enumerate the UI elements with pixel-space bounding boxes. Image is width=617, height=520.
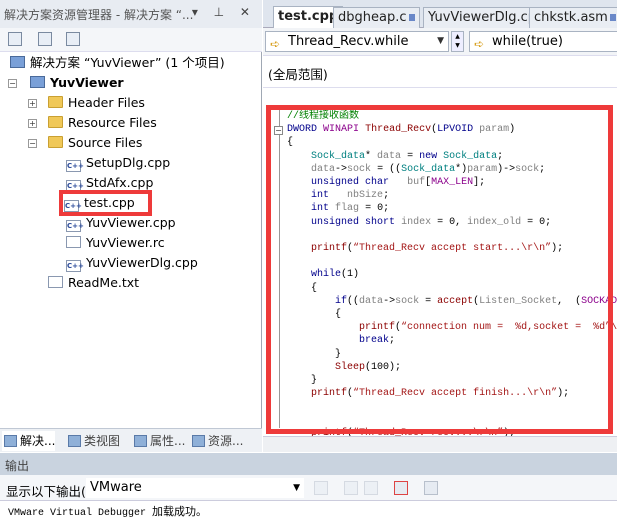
panel-tab[interactable]: 解决... <box>2 431 56 451</box>
tree-item-label: YuvViewer.cpp <box>86 215 176 230</box>
expand-icon[interactable]: + <box>28 99 37 108</box>
tree-item[interactable]: ReadMe.txt <box>48 273 139 293</box>
tree-item-label: ReadMe.txt <box>68 275 140 290</box>
solution-explorer-title: 解决方案资源管理器 - 解决方案 “... ▾ ⊥ ✕ <box>0 0 262 28</box>
previous-message-icon[interactable] <box>344 481 358 495</box>
next-message-icon[interactable] <box>364 481 378 495</box>
tab-icon <box>68 435 81 447</box>
scope-label: (全局范围) <box>268 67 328 82</box>
horizontal-scrollbar[interactable] <box>263 436 617 452</box>
tree-item[interactable]: Resource Files <box>48 113 157 133</box>
panel-tab[interactable]: 类视图 <box>66 431 120 451</box>
tab-icon <box>192 435 205 447</box>
member-dropdown[interactable]: ➪ while(true) <box>469 31 617 52</box>
editor-tab-label: chkstk.asm <box>534 10 608 25</box>
folder-icon <box>48 96 63 108</box>
properties-icon[interactable] <box>8 32 22 46</box>
go-to-line-icon[interactable] <box>314 481 328 495</box>
tree-item[interactable]: Source Files <box>48 133 142 153</box>
output-text: VMware Virtual Debugger 加载成功。 <box>8 503 207 519</box>
editor-tab-bar: test.cpp dbgheap.c YuvViewerDlg.cpp chkstk.… <box>263 0 617 29</box>
cpp-file-icon: C++ <box>66 180 84 192</box>
output-title: 输出 <box>5 459 30 473</box>
scope-dropdown[interactable]: ➪ Thread_Recv.while ▼ <box>265 31 449 52</box>
output-panel-title: 输出 <box>0 453 617 475</box>
member-value: while(true) <box>492 34 563 49</box>
navigation-bar: ➪ Thread_Recv.while ▼ ▲ ▼ ➪ while(true) <box>263 28 617 56</box>
editor-tab-label: YuvViewerDlg.cpp <box>428 10 545 25</box>
tree-item[interactable]: YuvViewer <box>30 73 124 93</box>
cpp-file-icon: C++ <box>66 220 84 232</box>
show-all-files-icon[interactable] <box>38 32 52 46</box>
collapse-icon[interactable]: − <box>8 79 17 88</box>
panel-tab[interactable]: 资源... <box>190 431 243 451</box>
tab-icon <box>134 435 147 447</box>
tree-item-label: StdAfx.cpp <box>86 175 154 190</box>
solution-explorer-toolbar <box>0 28 262 52</box>
tree-item-label: test.cpp <box>84 195 135 210</box>
editor-tab[interactable]: chkstk.asm <box>529 7 617 28</box>
tree-item-label: 解决方案 “YuvViewer” (1 个项目) <box>30 55 225 70</box>
output-line-latin: VMware Virtual Debugger <box>8 508 153 519</box>
view-code-icon[interactable] <box>66 32 80 46</box>
folder-icon <box>48 116 63 128</box>
tree-item[interactable]: C++ StdAfx.cpp <box>66 173 153 193</box>
scope-spinner[interactable]: ▲ ▼ <box>451 31 464 52</box>
tree-item-label: Resource Files <box>68 115 157 130</box>
project-icon <box>30 76 45 88</box>
chevron-down-icon: ▼ <box>437 36 444 46</box>
solution-icon <box>10 56 25 68</box>
tab-icon <box>4 435 17 447</box>
tree-item[interactable]: C++ YuvViewerDlg.cpp <box>66 253 198 273</box>
cpp-file-icon: C++ <box>64 200 82 212</box>
tree-item-label: SetupDlg.cpp <box>86 155 171 170</box>
highlight-box <box>266 105 613 434</box>
word-wrap-icon[interactable] <box>424 481 438 495</box>
tree-item-label: YuvViewer.rc <box>86 235 165 250</box>
output-source-value: VMware <box>90 480 142 495</box>
folder-open-icon <box>48 136 63 148</box>
panel-tab-label: 解决... <box>20 434 56 448</box>
tree-item[interactable]: 解决方案 “YuvViewer” (1 个项目) <box>10 53 225 73</box>
scope-value: Thread_Recv.while <box>288 34 409 49</box>
arrow-right-icon: ➪ <box>270 37 281 51</box>
panel-tab-label: 资源... <box>208 434 244 448</box>
chevron-down-icon: ▼ <box>293 483 300 493</box>
arrow-right-icon: ➪ <box>474 37 485 51</box>
tree-item[interactable]: C++ test.cpp <box>59 190 152 216</box>
tree-item-label: YuvViewer <box>50 75 124 90</box>
panel-window-buttons[interactable]: ▾ ⊥ ✕ <box>192 5 256 19</box>
clear-all-icon[interactable] <box>394 481 408 495</box>
panel-tab-label: 属性... <box>150 434 186 448</box>
tree-item[interactable]: C++ SetupDlg.cpp <box>66 153 170 173</box>
tree-item-label: Source Files <box>68 135 143 150</box>
cpp-file-icon: C++ <box>66 160 84 172</box>
tree-item-label: YuvViewerDlg.cpp <box>86 255 198 270</box>
tree-item-label: Header Files <box>68 95 145 110</box>
panel-tabs: 解决... 类视图 属性... 资源... <box>0 428 262 452</box>
expand-icon[interactable]: + <box>28 119 37 128</box>
cpp-file-icon: C++ <box>66 260 84 272</box>
output-source-select[interactable]: VMware ▼ <box>86 478 304 498</box>
solution-explorer-panel: 解决方案资源管理器 - 解决方案 “... ▾ ⊥ ✕ 解决方案 “YuvVie… <box>0 0 262 452</box>
text-file-icon <box>48 276 63 288</box>
editor-tab-label: test.cpp <box>278 9 339 24</box>
output-toolbar: 显示以下输出(S): VMware ▼ <box>0 475 617 501</box>
global-scope-bar: (全局范围) <box>263 56 617 88</box>
panel-tab-label: 类视图 <box>84 434 121 448</box>
output-line-cn: 加载成功。 <box>152 505 208 518</box>
editor-tab-label: dbgheap.c <box>338 10 407 25</box>
collapse-icon[interactable]: − <box>28 139 37 148</box>
resource-file-icon <box>66 236 81 248</box>
lock-icon <box>408 14 415 21</box>
tree-item[interactable]: Header Files <box>48 93 145 113</box>
editor-tab[interactable]: dbgheap.c <box>333 7 420 28</box>
tree-item[interactable]: C++ YuvViewer.cpp <box>66 213 176 233</box>
tree-item[interactable]: YuvViewer.rc <box>66 233 165 253</box>
panel-tab[interactable]: 属性... <box>132 431 185 451</box>
panel-title: 解决方案资源管理器 - 解决方案 “... <box>4 8 194 22</box>
lock-icon <box>609 14 616 21</box>
